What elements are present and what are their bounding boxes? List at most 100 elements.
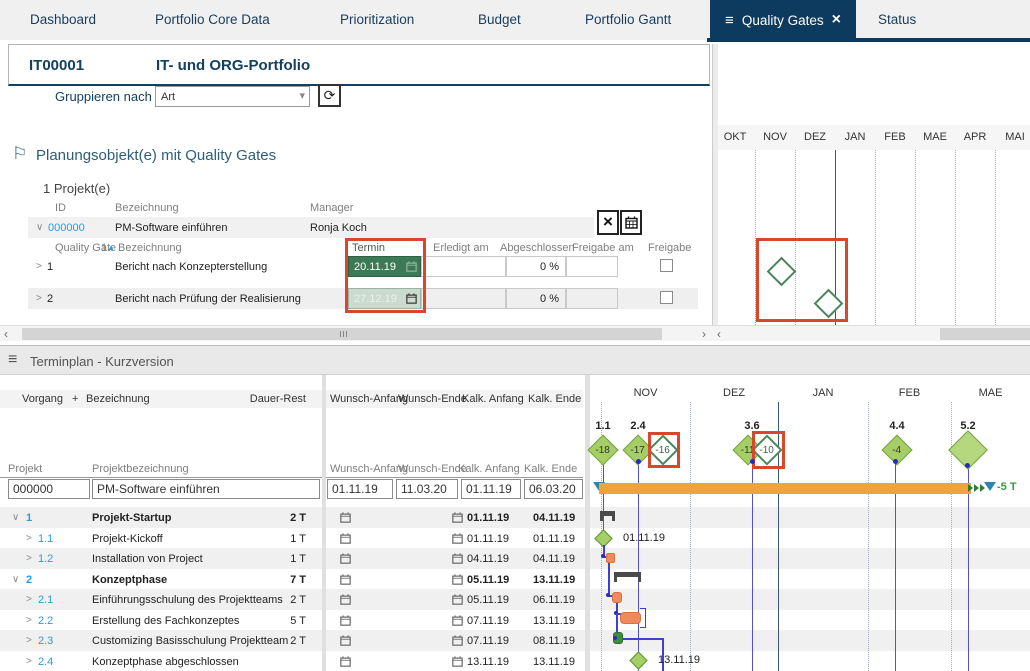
calendar-icon[interactable] xyxy=(340,553,351,564)
project-id-link[interactable]: 000000 xyxy=(48,222,85,234)
menu-icon[interactable]: ≡ xyxy=(8,351,17,369)
project-kalk-ende-input[interactable]: 06.03.20 xyxy=(524,479,583,499)
calendar-icon[interactable] xyxy=(452,574,463,585)
chevron-right-icon[interactable]: > xyxy=(26,553,32,564)
tab-portfolio-core-data[interactable]: Portfolio Core Data xyxy=(155,0,270,40)
close-icon[interactable]: × xyxy=(832,11,841,29)
tab-budget[interactable]: Budget xyxy=(478,0,521,40)
task-bar[interactable] xyxy=(606,553,615,563)
task-row[interactable]: > 1.1 Projekt-Kickoff 1 T 01.11.19 01.11… xyxy=(0,528,583,549)
chevron-right-icon[interactable]: > xyxy=(36,293,42,304)
chevron-right-icon[interactable]: > xyxy=(26,594,32,605)
calendar-icon[interactable] xyxy=(452,553,463,564)
chevron-right-icon[interactable]: > xyxy=(26,635,32,646)
task-id-link[interactable]: 2.2 xyxy=(38,615,53,627)
task-row[interactable]: ∨ 1 Projekt-Startup 2 T 01.11.19 04.11.1… xyxy=(0,507,583,528)
task-kalk-anfang: 07.11.19 xyxy=(467,635,510,647)
calendar-icon[interactable] xyxy=(340,533,351,544)
project-wunsch-ende-input[interactable]: 11.03.20 xyxy=(396,479,458,499)
task-id-link[interactable]: 2.3 xyxy=(38,635,53,647)
scrollbar-thumb[interactable] xyxy=(22,328,662,340)
gate-freigabe-checkbox[interactable] xyxy=(660,259,673,272)
calendar-icon[interactable] xyxy=(452,615,463,626)
sort-ascending-icon[interactable]: ▲ xyxy=(107,243,115,252)
chevron-down-icon[interactable]: ∨ xyxy=(12,512,19,523)
tab-portfolio-gantt[interactable]: Portfolio Gantt xyxy=(585,0,671,40)
task-id-link[interactable]: 1 xyxy=(26,512,32,524)
project-row[interactable]: ∨ 000000 PM-Software einführen Ronja Koc… xyxy=(28,217,594,238)
task-row[interactable]: > 2.1 Einführungsschulung des Projekttea… xyxy=(0,589,583,610)
tab-quality-gates[interactable]: ≡ Quality Gates × xyxy=(710,0,856,40)
hamburger-icon[interactable]: ≡ xyxy=(725,12,734,29)
gate-abgeschlossen-cell: 0 % xyxy=(506,288,566,309)
project-id-input[interactable]: 000000 xyxy=(8,479,90,499)
group-by-select[interactable]: Art ▾ xyxy=(155,86,310,107)
scroll-right-icon[interactable]: › xyxy=(702,327,706,341)
task-id-link[interactable]: 2 xyxy=(26,574,32,586)
qg-horizontal-scrollbar[interactable]: ‹ › xyxy=(0,325,712,341)
chevron-right-icon[interactable]: > xyxy=(36,261,42,272)
project-bar[interactable] xyxy=(599,483,971,494)
task-connector xyxy=(608,563,610,596)
scrollbar-thumb[interactable] xyxy=(940,328,1030,340)
task-id-link[interactable]: 2.4 xyxy=(38,656,53,668)
gate-erledigt-field[interactable] xyxy=(421,256,506,277)
scroll-left-icon[interactable]: ‹ xyxy=(717,327,721,341)
project-kalk-anfang-input[interactable]: 01.11.19 xyxy=(461,479,521,499)
task-id-link[interactable]: 1.1 xyxy=(38,533,53,545)
summary-bar[interactable] xyxy=(614,572,641,577)
tab-prioritization[interactable]: Prioritization xyxy=(340,0,414,40)
scroll-left-icon[interactable]: ‹ xyxy=(4,327,8,341)
chevron-right-icon[interactable]: > xyxy=(26,533,32,544)
calendar-icon[interactable] xyxy=(452,656,463,667)
date-header-band: Wunsch-Anfang Wunsch-Ende Kalk. Anfang K… xyxy=(326,390,583,408)
chevron-down-icon[interactable]: ▾ xyxy=(299,89,305,102)
tab-status[interactable]: Status xyxy=(878,0,916,40)
chevron-down-icon[interactable]: ∨ xyxy=(36,222,43,233)
project-name-input[interactable]: PM-Software einführen xyxy=(92,479,320,499)
task-row[interactable]: ∨ 2 Konzeptphase 7 T 05.11.19 13.11.19 xyxy=(0,569,583,590)
col-header-wunsch-ende: Wunsch-Ende xyxy=(398,393,467,405)
calendar-button[interactable] xyxy=(620,210,642,235)
refresh-button[interactable]: ⟳ xyxy=(318,84,341,107)
col-header-kalk-ende: Kalk. Ende xyxy=(528,393,582,405)
tab-dashboard[interactable]: Dashboard xyxy=(30,0,96,40)
refresh-icon: ⟳ xyxy=(323,87,336,103)
add-task-button[interactable]: + xyxy=(72,393,78,405)
mini-gantt-horizontal-scrollbar[interactable]: ‹ xyxy=(712,325,1030,341)
calendar-icon[interactable] xyxy=(340,656,351,667)
calendar-icon[interactable] xyxy=(340,574,351,585)
task-bar[interactable] xyxy=(620,612,641,624)
task-bar[interactable] xyxy=(612,592,622,603)
gate-freigabe-checkbox[interactable] xyxy=(660,291,673,304)
task-id-link[interactable]: 2.1 xyxy=(38,594,53,606)
task-row[interactable]: > 2.3 Customizing Basisschulung Projektt… xyxy=(0,630,583,651)
calendar-icon[interactable] xyxy=(340,512,351,523)
calendar-icon[interactable] xyxy=(452,594,463,605)
connector-dot xyxy=(613,636,617,640)
chevron-right-icon[interactable]: > xyxy=(26,615,32,626)
task-connector xyxy=(623,638,663,640)
quality-gates-screen: Dashboard Portfolio Core Data Prioritiza… xyxy=(0,0,1030,671)
calendar-icon[interactable] xyxy=(452,635,463,646)
delete-button[interactable]: × xyxy=(597,210,619,235)
task-id-link[interactable]: 1.2 xyxy=(38,553,53,565)
task-row[interactable]: > 2.4 Konzeptphase abgeschlossen 13.11.1… xyxy=(0,651,583,671)
project-wunsch-anfang-input[interactable]: 01.11.19 xyxy=(327,479,393,499)
task-row[interactable]: > 1.2 Installation von Project 1 T 04.11… xyxy=(0,548,583,569)
calendar-icon[interactable] xyxy=(340,635,351,646)
task-row[interactable]: > 2.2 Erstellung des Fachkonzeptes 5 T 0… xyxy=(0,610,583,631)
flag-icon: ⚐ xyxy=(12,144,28,163)
calendar-icon[interactable] xyxy=(340,594,351,605)
chevron-down-icon[interactable]: ∨ xyxy=(12,574,19,585)
calendar-icon[interactable] xyxy=(452,533,463,544)
chevron-right-icon[interactable]: > xyxy=(26,656,32,667)
gate-erledigt-field[interactable] xyxy=(421,288,506,309)
column-splitter[interactable] xyxy=(322,375,326,671)
calendar-icon[interactable] xyxy=(340,615,351,626)
panel-divider[interactable] xyxy=(712,44,718,341)
task-duration: 2 T xyxy=(290,512,306,524)
calendar-icon[interactable] xyxy=(452,512,463,523)
task-kalk-ende: 08.11.19 xyxy=(533,635,576,647)
milestone-value: -18 xyxy=(595,444,610,456)
